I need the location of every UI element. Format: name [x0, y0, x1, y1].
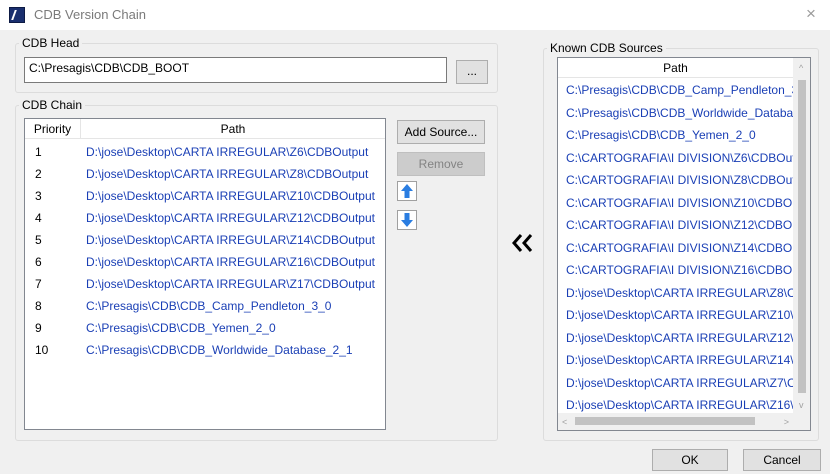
- row-path: C:\Presagis\CDB\CDB_Yemen_2_0: [86, 321, 276, 335]
- app-logo-icon: [9, 7, 25, 23]
- close-button[interactable]: ×: [801, 4, 821, 24]
- scroll-left-arrow-icon[interactable]: <: [562, 417, 567, 427]
- known-sources-legend: Known CDB Sources: [550, 41, 663, 55]
- path-column-header[interactable]: Path: [81, 119, 385, 139]
- row-priority: 4: [35, 211, 42, 225]
- known-sources-list[interactable]: Path C:\Presagis\CDB\CDB_Camp_Pendleton_…: [557, 57, 811, 431]
- cdb-chain-row[interactable]: 1 D:\jose\Desktop\CARTA IRREGULAR\Z6\CDBO…: [25, 141, 385, 163]
- cdb-chain-rows: 1 D:\jose\Desktop\CARTA IRREGULAR\Z6\CDBO…: [25, 141, 385, 361]
- window-title: CDB Version Chain: [34, 7, 146, 22]
- known-source-item[interactable]: D:\jose\Desktop\CARTA IRREGULAR\Z7\CDBOu…: [558, 372, 793, 395]
- known-sources-rows: C:\Presagis\CDB\CDB_Camp_Pendleton_3_0 C:…: [558, 79, 793, 415]
- known-sources-scroll-thumb[interactable]: [798, 80, 806, 393]
- row-path: C:\Presagis\CDB\CDB_Worldwide_Database_2…: [86, 343, 353, 357]
- cdb-chain-row[interactable]: 4 D:\jose\Desktop\CARTA IRREGULAR\Z12\CDB…: [25, 207, 385, 229]
- row-path: D:\jose\Desktop\CARTA IRREGULAR\Z10\CDBO…: [86, 189, 375, 203]
- cdb-chain-row[interactable]: 9 C:\Presagis\CDB\CDB_Yemen_2_0: [25, 317, 385, 339]
- remove-button[interactable]: Remove: [397, 152, 485, 176]
- known-source-item[interactable]: C:\Presagis\CDB\CDB_Camp_Pendleton_3_0: [558, 79, 793, 102]
- row-priority: 5: [35, 233, 42, 247]
- row-priority: 8: [35, 299, 42, 313]
- row-priority: 1: [35, 145, 42, 159]
- known-source-item[interactable]: D:\jose\Desktop\CARTA IRREGULAR\Z12\CDBO…: [558, 327, 793, 350]
- known-source-item[interactable]: D:\jose\Desktop\CARTA IRREGULAR\Z10\CDBO…: [558, 304, 793, 327]
- row-priority: 6: [35, 255, 42, 269]
- row-path: D:\jose\Desktop\CARTA IRREGULAR\Z12\CDBO…: [86, 211, 375, 225]
- row-priority: 3: [35, 189, 42, 203]
- cdb-chain-row[interactable]: 7 D:\jose\Desktop\CARTA IRREGULAR\Z17\CDB…: [25, 273, 385, 295]
- cdb-head-legend: CDB Head: [22, 36, 80, 50]
- cdb-chain-row[interactable]: 10 C:\Presagis\CDB\CDB_Worldwide_Database…: [25, 339, 385, 361]
- row-priority: 10: [35, 343, 49, 357]
- known-sources-header: Path: [558, 58, 793, 78]
- scrollbar-corner: [793, 413, 810, 430]
- known-source-item[interactable]: D:\jose\Desktop\CARTA IRREGULAR\Z16\CDBO…: [558, 394, 793, 415]
- arrow-down-icon: [401, 213, 413, 227]
- row-path: D:\jose\Desktop\CARTA IRREGULAR\Z17\CDBO…: [86, 277, 375, 291]
- known-source-item[interactable]: C:\CARTOGRAFIA\I DIVISION\Z8\CDBOutput: [558, 169, 793, 192]
- known-source-item[interactable]: D:\jose\Desktop\CARTA IRREGULAR\Z14\CDBO…: [558, 349, 793, 372]
- arrow-up-icon: [401, 184, 413, 198]
- row-path: D:\jose\Desktop\CARTA IRREGULAR\Z16\CDBO…: [86, 255, 375, 269]
- known-source-item[interactable]: C:\CARTOGRAFIA\I DIVISION\Z12\CDBOutput: [558, 214, 793, 237]
- known-sources-horizontal-scrollbar[interactable]: < >: [558, 413, 793, 430]
- move-down-button[interactable]: [397, 210, 417, 230]
- cdb-head-path-input[interactable]: C:\Presagis\CDB\CDB_BOOT: [24, 57, 447, 83]
- cdb-chain-row[interactable]: 5 D:\jose\Desktop\CARTA IRREGULAR\Z14\CDB…: [25, 229, 385, 251]
- row-path: D:\jose\Desktop\CARTA IRREGULAR\Z8\CDBOu…: [86, 167, 369, 181]
- row-path: C:\Presagis\CDB\CDB_Camp_Pendleton_3_0: [86, 299, 332, 313]
- known-path-column-header[interactable]: Path: [558, 58, 793, 78]
- row-priority: 7: [35, 277, 42, 291]
- scroll-right-arrow-icon[interactable]: >: [784, 417, 789, 427]
- cdb-chain-row[interactable]: 3 D:\jose\Desktop\CARTA IRREGULAR\Z10\CDB…: [25, 185, 385, 207]
- row-path: D:\jose\Desktop\CARTA IRREGULAR\Z14\CDBO…: [86, 233, 375, 247]
- scroll-down-arrow-icon[interactable]: v: [799, 400, 804, 410]
- known-source-item[interactable]: C:\Presagis\CDB\CDB_Worldwide_Database_2…: [558, 102, 793, 125]
- move-up-button[interactable]: [397, 181, 417, 201]
- known-source-item[interactable]: C:\CARTOGRAFIA\I DIVISION\Z14\CDBOutput: [558, 237, 793, 260]
- cancel-button[interactable]: Cancel: [743, 449, 821, 471]
- known-source-item[interactable]: C:\Presagis\CDB\CDB_Yemen_2_0: [558, 124, 793, 147]
- cdb-chain-row[interactable]: 2 D:\jose\Desktop\CARTA IRREGULAR\Z8\CDBO…: [25, 163, 385, 185]
- cdb-chain-header: Priority Path: [25, 119, 385, 139]
- row-priority: 9: [35, 321, 42, 335]
- cdb-chain-row[interactable]: 6 D:\jose\Desktop\CARTA IRREGULAR\Z16\CDB…: [25, 251, 385, 273]
- known-sources-vertical-scrollbar[interactable]: ^ v: [793, 58, 810, 413]
- double-chevron-left-icon: [512, 234, 533, 252]
- ok-button[interactable]: OK: [652, 449, 728, 471]
- priority-column-header[interactable]: Priority: [25, 119, 81, 139]
- cdb-chain-legend: CDB Chain: [22, 98, 83, 112]
- row-priority: 2: [35, 167, 42, 181]
- add-source-button[interactable]: Add Source...: [397, 120, 485, 144]
- title-bar: CDB Version Chain ×: [0, 0, 830, 30]
- cdb-chain-list[interactable]: Priority Path 1 D:\jose\Desktop\CARTA IRR…: [24, 118, 386, 430]
- scroll-up-arrow-icon[interactable]: ^: [799, 63, 803, 73]
- known-source-item[interactable]: D:\jose\Desktop\CARTA IRREGULAR\Z8\CDBOu…: [558, 282, 793, 305]
- known-source-item[interactable]: C:\CARTOGRAFIA\I DIVISION\Z10\CDBOutput: [558, 192, 793, 215]
- row-path: D:\jose\Desktop\CARTA IRREGULAR\Z6\CDBOu…: [86, 145, 369, 159]
- known-source-item[interactable]: C:\CARTOGRAFIA\I DIVISION\Z16\CDBOutput: [558, 259, 793, 282]
- cdb-chain-row[interactable]: 8 C:\Presagis\CDB\CDB_Camp_Pendleton_3_0: [25, 295, 385, 317]
- browse-button[interactable]: ...: [456, 60, 488, 84]
- known-source-item[interactable]: C:\CARTOGRAFIA\I DIVISION\Z6\CDBOutput: [558, 147, 793, 170]
- known-sources-hscroll-thumb[interactable]: [575, 417, 755, 425]
- add-known-source-button[interactable]: [507, 228, 539, 258]
